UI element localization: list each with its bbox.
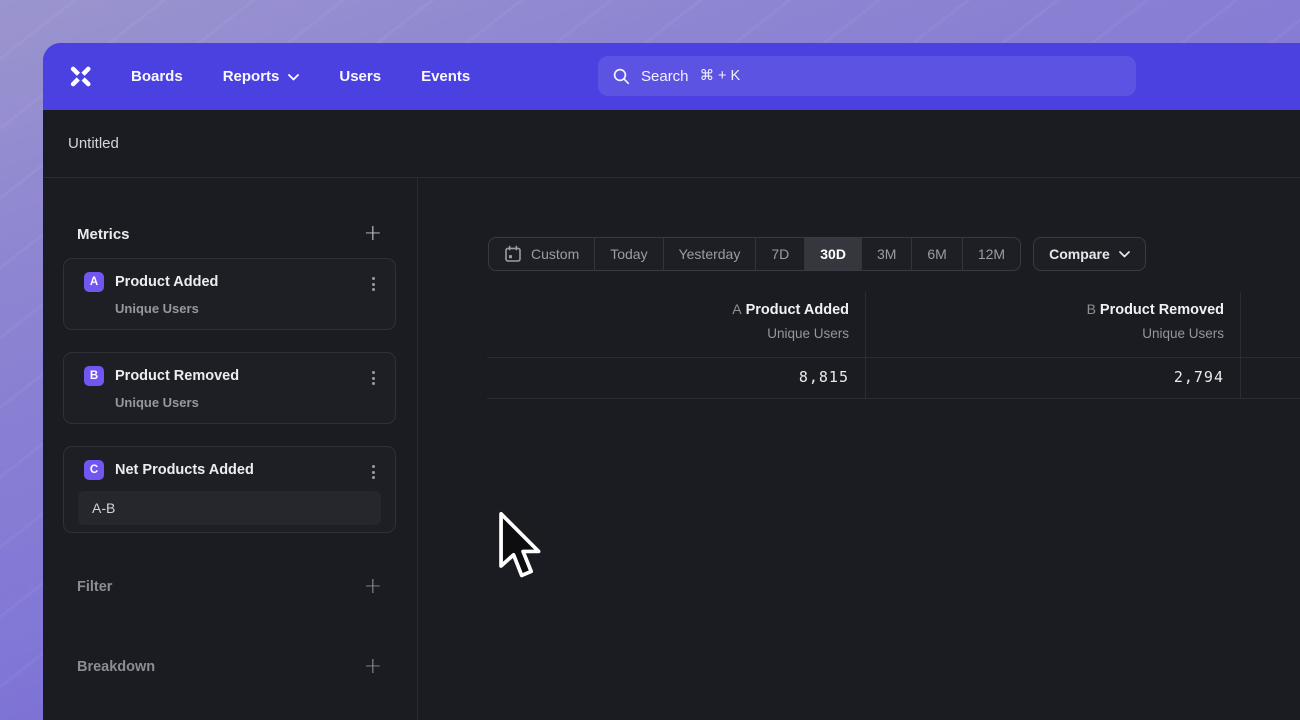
kebab-menu-icon[interactable] <box>365 276 381 292</box>
search-input[interactable]: Search ⌘ + K <box>598 56 1136 96</box>
top-navbar: Boards Reports Users Events Search ⌘ + K <box>43 43 1300 110</box>
metric-value-a: 8,815 <box>519 368 849 386</box>
column-divider <box>1240 292 1241 399</box>
app-window: Boards Reports Users Events Search ⌘ + K <box>43 43 1300 720</box>
search-placeholder: Search <box>641 68 689 85</box>
nav-item-label: Events <box>421 68 470 85</box>
results-table: A Product Added Unique Users BProduct Rem… <box>487 292 1300 399</box>
nav-item-boards[interactable]: Boards <box>131 68 183 85</box>
column-header-b: BProduct Removed Unique Users <box>894 301 1224 341</box>
breakdown-label: Breakdown <box>77 659 155 675</box>
metric-card-c[interactable]: C Net Products Added A-B <box>63 446 396 533</box>
nav-item-label: Reports <box>223 68 280 85</box>
column-subtitle: Unique Users <box>519 326 849 341</box>
column-header-a: A Product Added Unique Users <box>519 301 849 341</box>
kebab-menu-icon[interactable] <box>365 370 381 386</box>
results-panel: Custom Today Yesterday 7D 30D 3M 6M 12M … <box>418 178 1300 720</box>
kebab-menu-icon[interactable] <box>365 464 381 480</box>
add-breakdown-button[interactable]: + <box>364 658 382 676</box>
mixpanel-logo-icon[interactable] <box>67 63 94 90</box>
nav-item-reports[interactable]: Reports <box>223 68 300 85</box>
row-divider <box>487 398 1300 399</box>
range-12m[interactable]: 12M <box>963 238 1020 270</box>
column-title: Product Removed <box>1100 302 1224 318</box>
filter-section-header: Filter + <box>63 577 396 597</box>
range-6m[interactable]: 6M <box>912 238 962 270</box>
filter-label: Filter <box>77 579 112 595</box>
report-title-bar: Untitled <box>43 110 1300 178</box>
metric-title[interactable]: Product Added <box>115 274 218 290</box>
report-title[interactable]: Untitled <box>68 135 119 152</box>
column-badge: A <box>732 301 741 317</box>
formula-input[interactable]: A-B <box>78 491 381 525</box>
compare-button[interactable]: Compare <box>1033 237 1146 271</box>
add-filter-button[interactable]: + <box>364 578 382 596</box>
chevron-down-icon <box>1119 251 1130 258</box>
range-30d-active[interactable]: 30D <box>805 238 862 270</box>
metric-title[interactable]: Net Products Added <box>115 462 254 478</box>
nav-items: Boards Reports Users Events <box>131 68 470 85</box>
breakdown-section-header: Breakdown + <box>63 657 396 677</box>
content-area: Metrics + A Product Added Unique Users B… <box>43 178 1300 720</box>
metric-card-b[interactable]: B Product Removed Unique Users <box>63 352 396 424</box>
range-yesterday[interactable]: Yesterday <box>664 238 757 270</box>
column-divider <box>865 292 866 399</box>
date-range-segmented-control: Custom Today Yesterday 7D 30D 3M 6M 12M <box>488 237 1021 271</box>
header-divider <box>487 357 1300 358</box>
nav-item-events[interactable]: Events <box>421 68 470 85</box>
metrics-label: Metrics <box>77 226 130 243</box>
compare-label: Compare <box>1049 246 1110 262</box>
search-shortcut: ⌘ + K <box>700 68 741 84</box>
nav-item-label: Boards <box>131 68 183 85</box>
range-custom[interactable]: Custom <box>489 238 595 270</box>
date-range-toolbar: Custom Today Yesterday 7D 30D 3M 6M 12M … <box>488 237 1146 271</box>
nav-item-label: Users <box>339 68 381 85</box>
calendar-icon <box>504 245 522 263</box>
query-builder-sidebar: Metrics + A Product Added Unique Users B… <box>43 178 418 720</box>
metrics-section-header: Metrics + <box>63 224 396 244</box>
metric-badge: B <box>84 366 104 386</box>
search-icon <box>613 68 630 85</box>
column-title: Product Added <box>746 302 849 318</box>
desktop-background: Boards Reports Users Events Search ⌘ + K <box>0 0 1300 720</box>
metric-badge: C <box>84 460 104 480</box>
metric-title[interactable]: Product Removed <box>115 368 239 384</box>
chevron-down-icon <box>288 74 299 81</box>
range-today[interactable]: Today <box>595 238 663 270</box>
metric-badge: A <box>84 272 104 292</box>
nav-item-users[interactable]: Users <box>339 68 381 85</box>
metric-subtitle[interactable]: Unique Users <box>115 395 381 410</box>
metric-card-a[interactable]: A Product Added Unique Users <box>63 258 396 330</box>
metric-value-b: 2,794 <box>894 368 1224 386</box>
range-7d[interactable]: 7D <box>756 238 805 270</box>
range-label: Custom <box>531 246 579 262</box>
column-subtitle: Unique Users <box>894 326 1224 341</box>
add-metric-button[interactable]: + <box>364 225 382 243</box>
metric-subtitle[interactable]: Unique Users <box>115 301 381 316</box>
column-badge: B <box>1087 301 1096 317</box>
range-3m[interactable]: 3M <box>862 238 912 270</box>
